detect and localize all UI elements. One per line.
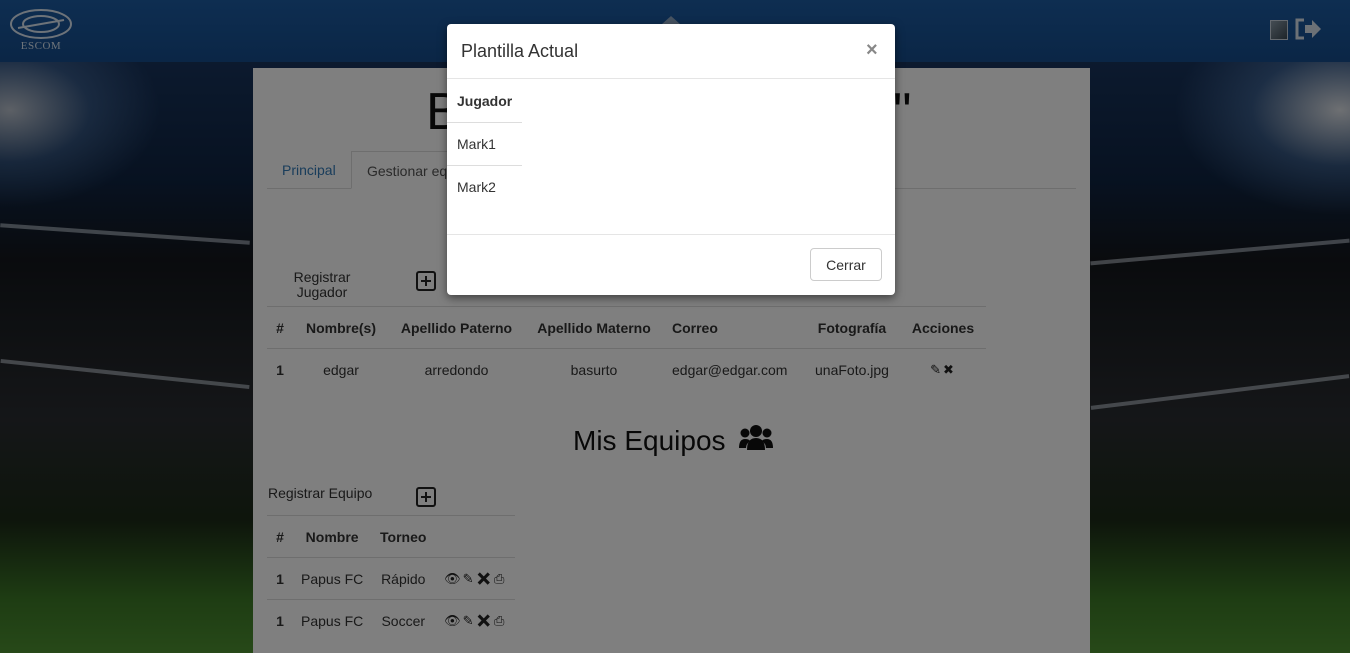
modal-footer-divider bbox=[447, 234, 895, 235]
modal-title: Plantilla Actual bbox=[461, 41, 579, 61]
table-row: Mark2 bbox=[447, 165, 523, 208]
roster-table: Jugador Mark1 Mark2 bbox=[447, 80, 523, 208]
modal-header-divider bbox=[447, 78, 895, 79]
col-header-jugador: Jugador bbox=[457, 93, 513, 109]
roster-player: Mark1 bbox=[447, 122, 523, 166]
table-row: Mark1 bbox=[447, 122, 523, 166]
roster-player: Mark2 bbox=[447, 165, 523, 208]
close-icon[interactable]: × bbox=[866, 39, 878, 62]
close-button[interactable]: Cerrar bbox=[810, 248, 882, 281]
table-header-row: Jugador bbox=[447, 80, 522, 123]
roster-modal: Plantilla Actual × Jugador Mark1 Mark2 C… bbox=[447, 24, 895, 295]
